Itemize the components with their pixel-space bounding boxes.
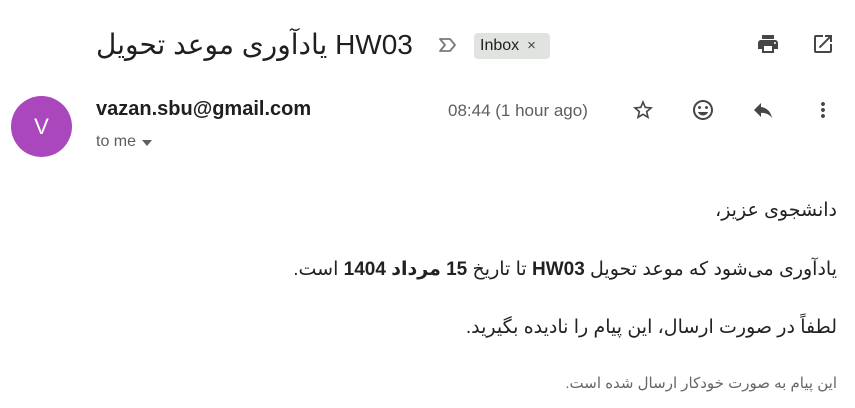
email-timestamp: 08:44 (1 hour ago)	[448, 101, 588, 120]
open-in-new-icon	[811, 32, 835, 61]
inbox-label-text: Inbox	[480, 37, 520, 54]
more-options-button[interactable]	[803, 92, 843, 132]
reminder-text-c: است.	[293, 259, 344, 280]
due-date: 15 مرداد 1404	[343, 259, 468, 280]
label-arrow-icon[interactable]	[436, 33, 460, 57]
body-reminder-line: یادآوری می‌شود که موعد تحویل HW03 تا تار…	[293, 258, 837, 282]
sender-avatar[interactable]: V	[11, 96, 72, 157]
print-button[interactable]	[748, 26, 788, 66]
reminder-text-b: تا تاریخ	[467, 259, 532, 280]
email-subject: یادآوری موعد تحویل HW03	[96, 29, 413, 60]
reply-button[interactable]	[743, 92, 783, 132]
add-reaction-button[interactable]	[683, 92, 723, 132]
remove-label-button[interactable]: ×	[527, 33, 536, 59]
homework-name: HW03	[531, 259, 585, 280]
reminder-text-a: یادآوری می‌شود که موعد تحویل	[584, 259, 837, 280]
chevron-down-icon	[142, 140, 153, 146]
emoji-icon	[691, 98, 715, 127]
body-ignore-line: لطفاً در صورت ارسال، این پیام را نادیده …	[465, 317, 837, 338]
print-icon	[756, 32, 780, 61]
recipient-dropdown[interactable]: to me	[96, 133, 153, 151]
star-button[interactable]	[623, 92, 663, 132]
body-footer-note: این پیام به صورت خودکار ارسال شده است.	[565, 375, 837, 392]
sender-email[interactable]: vazan.sbu@gmail.com	[96, 98, 311, 121]
reply-icon	[751, 98, 775, 127]
more-vert-icon	[811, 98, 835, 127]
open-in-new-window-button[interactable]	[803, 26, 843, 66]
star-icon	[631, 98, 655, 127]
recipient-label: to me	[96, 133, 137, 150]
inbox-label-chip[interactable]: Inbox ×	[474, 33, 550, 59]
body-greeting: دانشجوی عزیز،	[715, 200, 837, 221]
